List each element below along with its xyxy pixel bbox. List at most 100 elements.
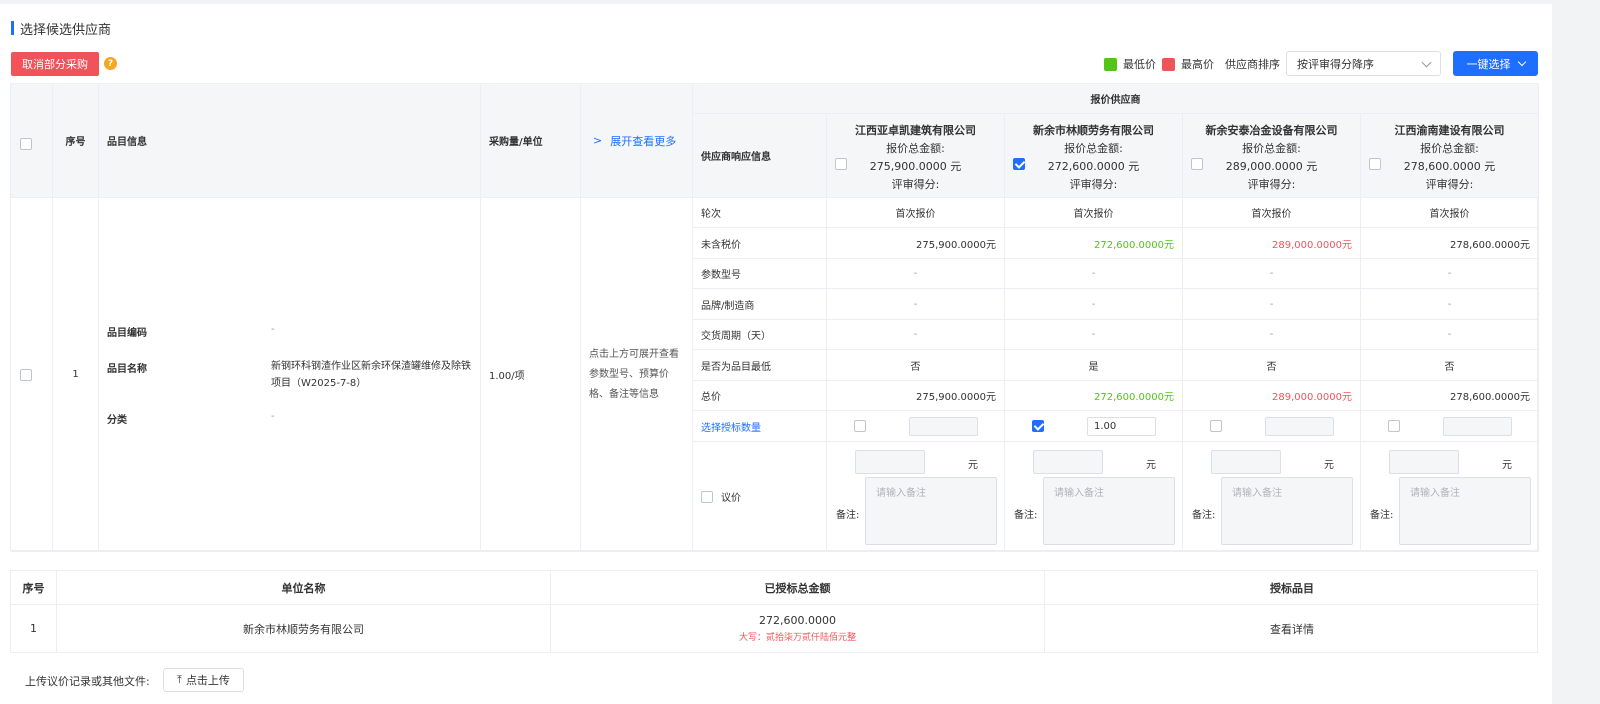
item-info-cell: 品目编码 - 品目名称 新钢环科钢渣作业区新余环保渣罐维修及除铁项目（W2025… xyxy=(99,198,481,552)
award-qty-checkbox[interactable] xyxy=(1210,420,1222,432)
one-click-select-button[interactable]: 一键选择 xyxy=(1453,51,1538,76)
supplier-comparison-table: 序号 品目信息 采购量/单位 > 展开查看更多 报价供应商 供应商响应信息 江西… xyxy=(10,83,1539,552)
award-qty-input[interactable] xyxy=(1443,417,1512,436)
item-name-label: 品目名称 xyxy=(107,364,147,375)
supplier-score-label: 评审得分: xyxy=(1069,178,1118,191)
supplier-3-delivery-period: - xyxy=(1183,320,1361,350)
remark-textarea[interactable]: 请输入备注 xyxy=(865,477,997,545)
header-qty-unit: 采购量/单位 xyxy=(481,84,581,198)
supplier-1-is-lowest: 否 xyxy=(827,350,1005,381)
summary-row-amount-cell: 272,600.0000 大写：贰拾柒万贰仟陆佰元整 xyxy=(551,605,1045,653)
negotiate-price-input[interactable] xyxy=(855,450,925,474)
supplier-1-award-qty-cell xyxy=(827,411,1005,442)
award-qty-input[interactable]: 1.00 xyxy=(1087,417,1156,436)
supplier-4-negotiate-cell: 元备注: 请输入备注 xyxy=(1361,442,1539,552)
supplier-total-label: 报价总金额: xyxy=(1420,142,1479,155)
negotiate-price-input[interactable] xyxy=(1211,450,1281,474)
row-label-4: 品牌/制造商 xyxy=(693,289,827,320)
expand-hint: 点击上方可展开查看参数型号、预算价格、备注等信息 xyxy=(581,198,693,552)
award-qty-checkbox[interactable] xyxy=(1388,420,1400,432)
help-icon[interactable]: ? xyxy=(104,57,117,70)
negotiate-price-input[interactable] xyxy=(1389,450,1459,474)
one-click-select-label: 一键选择 xyxy=(1466,57,1511,71)
header-seq: 序号 xyxy=(53,84,99,198)
item-category-value: - xyxy=(271,411,275,422)
negotiate-checkbox[interactable] xyxy=(701,490,713,503)
row-seq: 1 xyxy=(53,198,99,552)
legend-highest-label: 最高价 xyxy=(1181,58,1214,71)
row-label-2: 未含税价 xyxy=(693,228,827,259)
supplier-sort-select[interactable]: 按评审得分降序 xyxy=(1286,51,1441,76)
row-checkbox[interactable] xyxy=(20,369,32,381)
supplier-2-delivery-period: - xyxy=(1005,320,1183,350)
negotiate-label: 议价 xyxy=(721,493,741,504)
supplier-sort-label: 供应商排序 xyxy=(1225,58,1280,71)
header-select-all-cell xyxy=(11,84,53,198)
supplier-total-label: 报价总金额: xyxy=(886,142,945,155)
award-qty-input[interactable] xyxy=(1265,417,1334,436)
supplier-total-label: 报价总金额: xyxy=(1064,142,1123,155)
supplier-name: 江西亚卓凯建筑有限公司 xyxy=(855,124,976,137)
supplier-3-negotiate-cell: 元备注: 请输入备注 xyxy=(1183,442,1361,552)
upload-icon: ⤒ xyxy=(177,673,182,686)
supplier-total-amount: 289,000.0000 元 xyxy=(1225,160,1318,173)
supplier-4-is-lowest: 否 xyxy=(1361,350,1539,381)
remark-textarea[interactable]: 请输入备注 xyxy=(1221,477,1353,545)
supplier-1-total-price: 275,900.0000元 xyxy=(827,381,1005,411)
supplier-4-round: 首次报价 xyxy=(1361,198,1539,228)
legend-highest: 最高价 xyxy=(1162,56,1214,72)
lowest-price-swatch-icon xyxy=(1104,57,1117,71)
upload-button[interactable]: ⤒ 点击上传 xyxy=(163,668,244,692)
supplier-2-pretax-price: 272,600.0000元 xyxy=(1005,228,1183,259)
section-title: 选择候选供应商 xyxy=(11,19,111,38)
supplier-3-total-price: 289,000.0000元 xyxy=(1183,381,1361,411)
item-qty-unit: 1.00/项 xyxy=(481,198,581,552)
item-name-value: 新钢环科钢渣作业区新余环保渣罐维修及除铁项目（W2025-7-8） xyxy=(271,361,471,389)
supplier-2-round: 首次报价 xyxy=(1005,198,1183,228)
negotiate-price-input[interactable] xyxy=(1033,450,1103,474)
row-select-cell xyxy=(11,198,53,552)
supplier-total-amount: 278,600.0000 元 xyxy=(1403,160,1496,173)
supplier-1-pretax-price: 275,900.0000元 xyxy=(827,228,1005,259)
supplier-3-round: 首次报价 xyxy=(1183,198,1361,228)
cancel-partial-purchase-button[interactable]: 取消部分采购 xyxy=(11,52,99,76)
supplier-score-label: 评审得分: xyxy=(891,178,940,191)
supplier-header-4: 江西渝南建设有限公司 报价总金额: 278,600.0000 元评审得分: xyxy=(1361,114,1539,198)
row-label-6: 是否为品目最低 xyxy=(693,350,827,381)
row-label-3: 参数型号 xyxy=(693,259,827,289)
row-label-8[interactable]: 选择授标数量 xyxy=(693,411,827,442)
supplier-2-negotiate-cell: 元备注: 请输入备注 xyxy=(1005,442,1183,552)
supplier-2-total-price: 272,600.0000元 xyxy=(1005,381,1183,411)
supplier-total-amount: 275,900.0000 元 xyxy=(869,160,962,173)
award-qty-checkbox[interactable] xyxy=(854,420,866,432)
yuan-unit: 元 xyxy=(1146,460,1156,471)
expand-more-link[interactable]: > 展开查看更多 xyxy=(581,84,693,198)
select-all-checkbox[interactable] xyxy=(20,138,32,150)
supplier-3-award-qty-cell xyxy=(1183,411,1361,442)
legend-lowest-label: 最低价 xyxy=(1123,58,1156,71)
supplier-4-pretax-price: 278,600.0000元 xyxy=(1361,228,1539,259)
summary-header-amount: 已授标总金额 xyxy=(551,571,1045,605)
supplier-header-3: 新余安泰冶金设备有限公司 报价总金额: 289,000.0000 元评审得分: xyxy=(1183,114,1361,198)
yuan-unit: 元 xyxy=(1502,460,1512,471)
remark-textarea[interactable]: 请输入备注 xyxy=(1399,477,1531,545)
supplier-3-param-model: - xyxy=(1183,259,1361,289)
supplier-1-round: 首次报价 xyxy=(827,198,1005,228)
award-qty-input[interactable] xyxy=(909,417,978,436)
supplier-4-award-qty-cell xyxy=(1361,411,1539,442)
supplier-2-param-model: - xyxy=(1005,259,1183,289)
remark-textarea[interactable]: 请输入备注 xyxy=(1043,477,1175,545)
remark-label: 备注: xyxy=(836,510,860,521)
supplier-3-pretax-price: 289,000.0000元 xyxy=(1183,228,1361,259)
supplier-3-brand: - xyxy=(1183,289,1361,320)
supplier-2-award-qty-cell: 1.00 xyxy=(1005,411,1183,442)
row-label-5: 交货周期（天） xyxy=(693,320,827,350)
supplier-sort-value: 按评审得分降序 xyxy=(1297,57,1374,71)
award-qty-checkbox[interactable] xyxy=(1032,420,1044,432)
upload-label: 上传议价记录或其他文件: xyxy=(25,675,150,688)
supplier-header-2: 新余市林顺劳务有限公司 报价总金额: 272,600.0000 元评审得分: xyxy=(1005,114,1183,198)
view-details-link[interactable]: 查看详情 xyxy=(1045,605,1539,653)
chevron-right-icon: > xyxy=(593,134,603,147)
summary-header-award-items: 授标品目 xyxy=(1045,571,1539,605)
supplier-score-label: 评审得分: xyxy=(1247,178,1296,191)
